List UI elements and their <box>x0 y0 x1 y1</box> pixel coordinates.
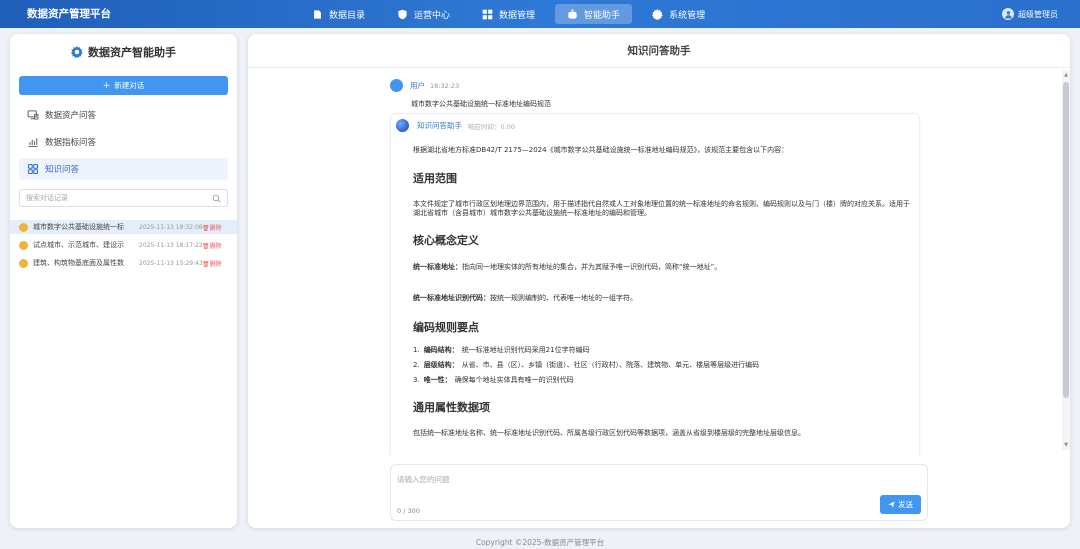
chat-scrollbar[interactable]: ▲ ▼ <box>1062 70 1070 450</box>
new-chat-button[interactable]: + 新建对话 <box>19 76 228 95</box>
user-name: 超级管理员 <box>1018 9 1058 19</box>
answer-heading: 编码规则要点 <box>413 321 479 334</box>
grid-icon <box>482 9 493 20</box>
rules-list: 1. 编码结构： 统一标准地址识别代码采用21位字符编码 2. 层级结构： 从省、市、县… <box>413 346 913 385</box>
answer-heading: 适用范围 <box>413 172 457 185</box>
search-icon <box>212 194 221 203</box>
chat-history-icon <box>19 258 28 268</box>
top-navigation-bar: 数据资产管理平台 数据目录 运营中心 数据管理 智能助手 系统管理 超级管理员 <box>0 0 1080 28</box>
send-icon <box>888 501 895 508</box>
definition-item: 统一标准地址：指向同一地理实体的所有地址的集合，并为其赋予唯一识别代码，简称“统… <box>413 263 722 271</box>
list-item: 1. 编码结构： 统一标准地址识别代码采用21位字符编码 <box>413 346 590 354</box>
char-counter: 0 / 300 <box>397 507 420 515</box>
scrollbar-thumb[interactable] <box>1063 82 1069 398</box>
assistant-message: 知识问答助手 响应时间：0.00 根据湖北省地方标准DB42/T 2175—20… <box>390 113 920 455</box>
menu-item-metric-qa[interactable]: 数据指标问答 <box>19 131 228 153</box>
scroll-down-icon[interactable]: ▼ <box>1063 442 1069 448</box>
footer: Copyright ©2025-数据资产管理平台 <box>475 538 605 547</box>
history-item[interactable]: 试点城市、示范城市、建设示 2025-11-13 18:17:22 🗑删除 <box>10 238 237 252</box>
menu-item-asset-qa[interactable]: 数据资产问答 <box>19 104 228 126</box>
delete-history-button[interactable]: 🗑删除 <box>202 223 222 232</box>
gear-icon <box>71 46 88 58</box>
nav-item-catalog[interactable]: 数据目录 <box>300 4 377 24</box>
definition-item: 统一标准地址识别代码：按统一规则编制的、代表唯一地址的一组字符。 <box>413 294 637 302</box>
assistant-avatar-icon <box>396 119 409 132</box>
send-button[interactable]: 发送 <box>880 495 921 514</box>
assistant-message-body: 根据湖北省地方标准DB42/T 2175—2024《城市数字公共基础设施统一标准… <box>413 146 913 438</box>
answer-paragraph: 本文件规定了城市行政区划地理边界范围内，用于描述指代自然或人工对象地理位置的统一… <box>413 200 910 217</box>
nav-item-data-management[interactable]: 数据管理 <box>470 4 547 24</box>
catalog-icon <box>312 9 323 20</box>
app-title: 数据资产管理平台 <box>27 8 111 20</box>
answer-intro: 根据湖北省地方标准DB42/T 2175—2024《城市数字公共基础设施统一标准… <box>413 146 789 154</box>
delete-history-button[interactable]: 🗑删除 <box>202 241 222 250</box>
scroll-up-icon[interactable]: ▲ <box>1063 72 1069 78</box>
user-message-header: 用户 18:32:23 <box>390 79 459 92</box>
chat-messages[interactable]: 用户 18:32:23 城市数字公共基础设施统一标准地址编码规范 知识问答助手 … <box>248 69 1070 455</box>
history-item[interactable]: 建筑、构筑物基底面及属性数 2025-11-13 15:29:43 🗑删除 <box>10 256 237 270</box>
shield-icon <box>397 9 408 20</box>
question-input[interactable]: 请输入您的问题 0 / 300 发送 <box>390 464 928 521</box>
answer-heading: 核心概念定义 <box>413 234 479 247</box>
bar-chart-icon <box>27 136 39 148</box>
list-item: 2. 层级结构： 从省、市、县（区）、乡镇（街道）、社区（行政村）、院落、建筑物、单… <box>413 361 760 369</box>
user-menu[interactable]: 超级管理员 <box>1002 0 1058 28</box>
plus-icon: + <box>102 80 111 91</box>
user-avatar-icon <box>390 79 403 92</box>
chat-title: 知识问答助手 <box>248 34 1070 68</box>
grid-icon <box>27 163 39 175</box>
user-message-text: 城市数字公共基础设施统一标准地址编码规范 <box>411 100 551 108</box>
sidebar-title: 数据资产智能助手 <box>10 44 237 60</box>
delete-history-button[interactable]: 🗑删除 <box>202 259 222 268</box>
chat-history-icon <box>19 222 28 232</box>
history-search-input[interactable]: 搜索对话记录 <box>19 189 228 207</box>
chat-history-icon <box>19 240 28 250</box>
monitor-icon <box>27 109 39 121</box>
answer-paragraph: 包括统一标准地址名称、统一标准地址识别代码、所属各级行政区划代码等数据项，涵盖从… <box>413 429 805 437</box>
assistant-message-header: 知识问答助手 响应时间：0.00 <box>396 119 515 132</box>
nav-item-operations[interactable]: 运营中心 <box>385 4 462 24</box>
nav-item-assistant[interactable]: 智能助手 <box>555 4 633 24</box>
answer-heading: 通用属性数据项 <box>413 401 490 414</box>
chat-panel: 知识问答助手 用户 18:32:23 城市数字公共基础设施统一标准地址编码规范 … <box>248 34 1070 528</box>
nav-item-system[interactable]: 系统管理 <box>640 4 717 24</box>
list-item: 3. 唯一性： 确保每个地址实体具有唯一的识别代码 <box>413 376 574 384</box>
main-nav: 数据目录 运营中心 数据管理 智能助手 系统管理 <box>300 0 725 28</box>
robot-icon <box>567 8 578 20</box>
sidebar: 数据资产智能助手 + 新建对话 数据资产问答 数据指标问答 知识问答 <box>10 34 237 528</box>
menu-item-knowledge-qa[interactable]: 知识问答 <box>19 158 228 180</box>
history-item[interactable]: 城市数字公共基础设施统一标 2025-11-13 18:32:06 🗑删除 <box>10 220 237 234</box>
gear-icon <box>652 8 663 20</box>
user-avatar-icon <box>1002 8 1014 20</box>
